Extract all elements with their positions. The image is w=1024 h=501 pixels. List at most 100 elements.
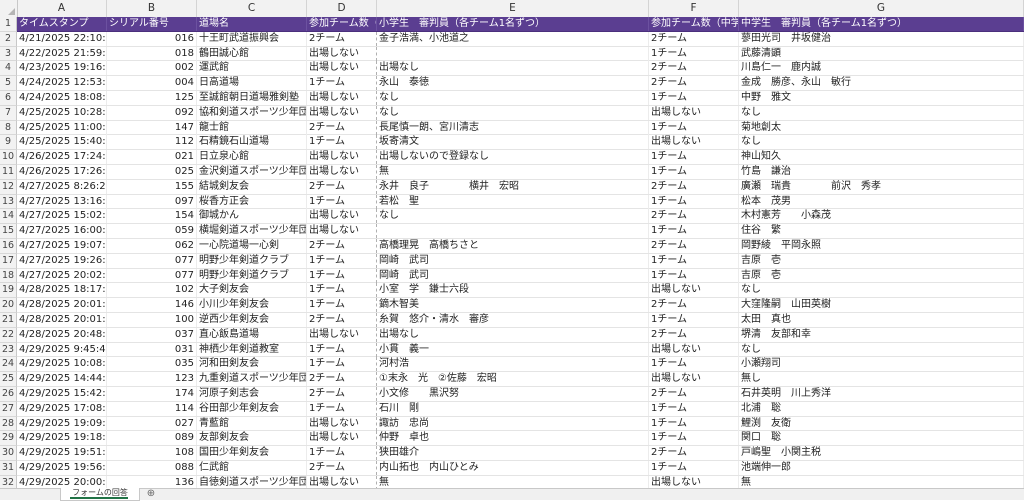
- cell-elem-referees[interactable]: 諏訪 忠尚: [377, 416, 649, 431]
- cell-dojo[interactable]: 石精鏡石山道場: [197, 135, 307, 150]
- cell-jh-teams[interactable]: 1チーム: [649, 357, 739, 372]
- column-header-g[interactable]: G: [739, 0, 1024, 17]
- cell-jh-teams[interactable]: 2チーム: [649, 446, 739, 461]
- cell-jh-referees[interactable]: なし: [739, 105, 1024, 120]
- cell-jh-referees[interactable]: 神山知久: [739, 150, 1024, 165]
- cell-dojo[interactable]: 御城かん: [197, 209, 307, 224]
- cell-jh-referees[interactable]: 無し: [739, 372, 1024, 387]
- cell-serial[interactable]: 092: [107, 105, 197, 120]
- row-header[interactable]: 10: [0, 150, 17, 165]
- cell-jh-teams[interactable]: 2チーム: [649, 298, 739, 313]
- cell-timestamp[interactable]: 4/27/2025 16:00:08: [17, 224, 107, 239]
- cell-timestamp[interactable]: 4/28/2025 20:01:27: [17, 298, 107, 313]
- cell-jh-teams[interactable]: 1チーム: [649, 268, 739, 283]
- row-header[interactable]: 20: [0, 298, 17, 313]
- row-header[interactable]: 14: [0, 209, 17, 225]
- cell-jh-teams[interactable]: 1チーム: [649, 150, 739, 165]
- cell-elem-referees[interactable]: 狭田雄介: [377, 446, 649, 461]
- cell-dojo[interactable]: 桜香方正会: [197, 194, 307, 209]
- cell-dojo[interactable]: 青藍館: [197, 416, 307, 431]
- cell-elem-referees[interactable]: なし: [377, 209, 649, 224]
- row-header[interactable]: 28: [0, 416, 17, 432]
- row-header[interactable]: 26: [0, 386, 17, 402]
- cell-jh-teams[interactable]: 1チーム: [649, 416, 739, 431]
- spreadsheet[interactable]: A B C D E F G 1 2 3 4 5 6 7 8 9 10 11 12 13 14 15 16 17 1…: [0, 0, 1024, 488]
- cell-serial[interactable]: 136: [107, 475, 197, 488]
- row-header[interactable]: 25: [0, 372, 17, 387]
- cell-serial[interactable]: 174: [107, 386, 197, 401]
- cell-elem-referees[interactable]: [377, 224, 649, 239]
- cell-timestamp[interactable]: 4/29/2025 19:09:09: [17, 416, 107, 431]
- cell-elem-referees[interactable]: 永山 泰徳: [377, 76, 649, 91]
- cell-jh-referees[interactable]: 木村憲芳 小森茂: [739, 209, 1024, 224]
- cell-serial[interactable]: 114: [107, 401, 197, 416]
- cell-elem-teams[interactable]: 1チーム: [307, 298, 377, 313]
- cell-jh-referees[interactable]: 鯉渕 友衛: [739, 416, 1024, 431]
- cell-jh-teams[interactable]: 出場しない: [649, 135, 739, 150]
- cell-timestamp[interactable]: 4/29/2025 14:44:21: [17, 372, 107, 387]
- cell-timestamp[interactable]: 4/28/2025 18:17:52: [17, 283, 107, 298]
- cell-jh-teams[interactable]: 2チーム: [649, 386, 739, 401]
- cell-jh-referees[interactable]: 金成 勝彦、永山 敏行: [739, 76, 1024, 91]
- cell-elem-teams[interactable]: 出場しない: [307, 150, 377, 165]
- column-header-a[interactable]: A: [17, 0, 107, 17]
- row-header[interactable]: 12: [0, 179, 17, 195]
- cell-elem-teams[interactable]: 1チーム: [307, 253, 377, 268]
- cell-elem-teams[interactable]: 出場しない: [307, 327, 377, 342]
- cell-serial[interactable]: 112: [107, 135, 197, 150]
- cell-jh-referees[interactable]: 武藤清顕: [739, 46, 1024, 61]
- row-header[interactable]: 16: [0, 238, 17, 254]
- row-header[interactable]: 4: [0, 61, 17, 77]
- row-header[interactable]: 31: [0, 460, 17, 476]
- cell-timestamp[interactable]: 4/26/2025 17:24:19: [17, 150, 107, 165]
- cell-dojo[interactable]: 小川少年剣友会: [197, 298, 307, 313]
- cell-elem-teams[interactable]: 1チーム: [307, 135, 377, 150]
- cell-timestamp[interactable]: 4/29/2025 17:08:02: [17, 401, 107, 416]
- row-header[interactable]: 32: [0, 475, 17, 488]
- row-header[interactable]: 6: [0, 90, 17, 106]
- row-header[interactable]: 7: [0, 105, 17, 121]
- cell-elem-teams[interactable]: 出場しない: [307, 90, 377, 105]
- cell-elem-teams[interactable]: 1チーム: [307, 446, 377, 461]
- cell-jh-teams[interactable]: 1チーム: [649, 120, 739, 135]
- cell-timestamp[interactable]: 4/29/2025 19:18:37: [17, 431, 107, 446]
- cell-dojo[interactable]: 明野少年剣道クラブ: [197, 268, 307, 283]
- header-cell-timestamp[interactable]: タイムスタンプ: [17, 17, 107, 31]
- cell-timestamp[interactable]: 4/27/2025 19:26:37: [17, 253, 107, 268]
- cell-jh-teams[interactable]: 1チーム: [649, 431, 739, 446]
- cell-serial[interactable]: 154: [107, 209, 197, 224]
- cell-timestamp[interactable]: 4/22/2025 21:59:55: [17, 46, 107, 61]
- cell-serial[interactable]: 088: [107, 460, 197, 475]
- cell-jh-referees[interactable]: 川島仁一 鹿内誠: [739, 61, 1024, 76]
- cell-jh-referees[interactable]: 大窪隆嗣 山田英樹: [739, 298, 1024, 313]
- cell-jh-referees[interactable]: 堺清 友部和幸: [739, 327, 1024, 342]
- row-header[interactable]: 18: [0, 268, 17, 284]
- cell-jh-referees[interactable]: 関口 聡: [739, 431, 1024, 446]
- cell-jh-teams[interactable]: 出場しない: [649, 475, 739, 488]
- cell-dojo[interactable]: 結城剣友会: [197, 179, 307, 194]
- cell-elem-referees[interactable]: 石川 剛: [377, 401, 649, 416]
- cell-jh-referees[interactable]: 岡野綾 平岡永照: [739, 238, 1024, 253]
- cell-serial[interactable]: 155: [107, 179, 197, 194]
- cell-elem-teams[interactable]: 2チーム: [307, 179, 377, 194]
- row-header[interactable]: 29: [0, 431, 17, 447]
- cell-serial[interactable]: 077: [107, 253, 197, 268]
- cell-elem-teams[interactable]: 2チーム: [307, 386, 377, 401]
- cell-serial[interactable]: 108: [107, 446, 197, 461]
- cell-timestamp[interactable]: 4/28/2025 20:48:56: [17, 327, 107, 342]
- cell-elem-teams[interactable]: 出場しない: [307, 431, 377, 446]
- cell-serial[interactable]: 031: [107, 342, 197, 357]
- cell-elem-referees[interactable]: 河村浩: [377, 357, 649, 372]
- row-header[interactable]: 5: [0, 76, 17, 91]
- header-cell-elem-referees[interactable]: 小学生 審判員（各チーム1名ずつ）: [377, 17, 649, 31]
- cell-elem-referees[interactable]: 高橋理晃 高橋ちさと: [377, 238, 649, 253]
- cell-jh-teams[interactable]: 2チーム: [649, 179, 739, 194]
- cell-dojo[interactable]: 逆西少年剣友会: [197, 312, 307, 327]
- cell-serial[interactable]: 059: [107, 224, 197, 239]
- cell-dojo[interactable]: 至誠館朝日道場雅剣塾: [197, 90, 307, 105]
- cell-elem-referees[interactable]: 岡崎 武司: [377, 253, 649, 268]
- cell-timestamp[interactable]: 4/29/2025 20:00:12: [17, 475, 107, 488]
- cell-elem-referees[interactable]: 仲野 卓也: [377, 431, 649, 446]
- cell-elem-teams[interactable]: 出場しない: [307, 46, 377, 61]
- row-header[interactable]: 17: [0, 253, 17, 269]
